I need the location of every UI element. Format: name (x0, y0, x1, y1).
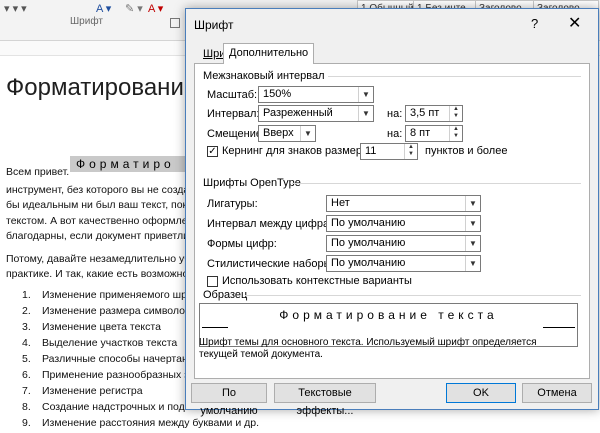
ok-button[interactable]: OK (446, 383, 516, 403)
kerning-size-stepper[interactable]: 11 ▲ ▼ (360, 143, 418, 160)
highlight-icon[interactable]: ✎ ▾ (125, 2, 143, 16)
scale-select[interactable]: 150% ▼ (258, 86, 374, 103)
ribbon-group-font: Шрифт (70, 16, 103, 27)
chevron-down-icon: ▼ (465, 236, 480, 251)
chevron-down-icon: ▼ (300, 126, 315, 141)
number-spacing-select[interactable]: По умолчанию ▼ (326, 215, 481, 232)
document-heading: Форматировани (6, 74, 184, 101)
kerning-checkbox[interactable]: ✓ (207, 146, 218, 157)
number-forms-select[interactable]: По умолчанию ▼ (326, 235, 481, 252)
text-effects-button[interactable]: Текстовые эффекты... (274, 383, 376, 417)
contextual-alternates-label: Использовать контекстные варианты (222, 275, 412, 287)
spacing-select[interactable]: Разреженный ▼ (258, 105, 374, 122)
set-default-button[interactable]: По умолчанию (191, 383, 267, 417)
doc-line: текстом. А вот качественно оформлен (6, 215, 194, 227)
position-by-label: на: (387, 128, 403, 140)
position-select[interactable]: Вверх ▼ (258, 125, 316, 142)
section-preview: Образец (203, 289, 248, 301)
doc-line: Потому, давайте незамедлительно уч (6, 253, 190, 265)
chevron-down-icon: ▼ (465, 196, 480, 211)
chevron-down-icon: ▼ (465, 216, 480, 231)
spacing-by-stepper[interactable]: 3,5 пт ▲ ▼ (405, 105, 463, 122)
kerning-suffix: пунктов и более (425, 145, 508, 157)
tab-advanced[interactable]: Дополнительно (223, 43, 315, 64)
baseline-left (202, 327, 228, 328)
section-opentype: Шрифты OpenType (203, 177, 301, 189)
help-icon[interactable]: ? (531, 16, 538, 31)
spacing-label: Интервал: (207, 108, 260, 120)
contextual-alternates-checkbox[interactable] (207, 276, 218, 287)
section-character-spacing: Межзнаковый интервал (203, 70, 325, 82)
dialog-title: Шрифт (194, 18, 234, 32)
chevron-down-icon: ▼ (358, 106, 373, 121)
doc-line: бы идеальным ни был ваш текст, пок (6, 199, 188, 211)
dialog-launcher-icon[interactable] (170, 18, 180, 28)
chevron-down-icon: ▼ (358, 87, 373, 102)
stylistic-sets-select[interactable]: По умолчанию ▼ (326, 255, 481, 272)
position-by-stepper[interactable]: 8 пт ▲ ▼ (405, 125, 463, 142)
spacing-by-label: на: (387, 108, 403, 120)
cancel-button[interactable]: Отмена (522, 383, 592, 403)
selected-text: Форматиро (70, 156, 196, 172)
divider (328, 76, 581, 77)
chevron-down-icon: ▼ (465, 256, 480, 271)
doc-line: благодарны, если документ приветли (6, 230, 190, 242)
font-dialog: Шрифт ? ✕ Шрифт Дополнительно Межзнаковы… (185, 8, 599, 417)
close-icon[interactable]: ✕ (568, 13, 581, 33)
preview-note: Шрифт темы для основного текста. Использ… (199, 337, 537, 360)
number-spacing-label: Интервал между цифрами: (207, 218, 346, 230)
spin-arrows-icon[interactable]: ▲ ▼ (449, 126, 462, 141)
number-forms-label: Формы цифр: (207, 238, 277, 250)
divider (292, 183, 581, 184)
divider (245, 295, 581, 296)
text-color-icon[interactable]: A ▾ (148, 2, 163, 16)
doc-line: инструмент, без которого вы не созда (6, 184, 190, 196)
scale-label: Масштаб: (207, 89, 258, 101)
stylistic-sets-label: Стилистические наборы: (207, 258, 335, 270)
ligatures-label: Лигатуры: (207, 198, 258, 210)
kerning-label: Кернинг для знаков размером: (222, 145, 379, 157)
preview-text: Форматирование текста (279, 308, 498, 322)
spin-arrows-icon[interactable]: ▲ ▼ (449, 106, 462, 121)
baseline-right (543, 327, 575, 328)
doc-line: практике. И так, какие есть возможно (6, 268, 189, 280)
ligatures-select[interactable]: Нет ▼ (326, 195, 481, 212)
ribbon-font-controls[interactable]: ▾ ▾ ▾ (4, 2, 27, 16)
position-label: Смещение: (207, 128, 266, 140)
doc-line: Всем привет. (6, 166, 70, 178)
spin-arrows-icon[interactable]: ▲ ▼ (404, 144, 417, 159)
font-color-icon[interactable]: A ▾ (96, 2, 111, 16)
